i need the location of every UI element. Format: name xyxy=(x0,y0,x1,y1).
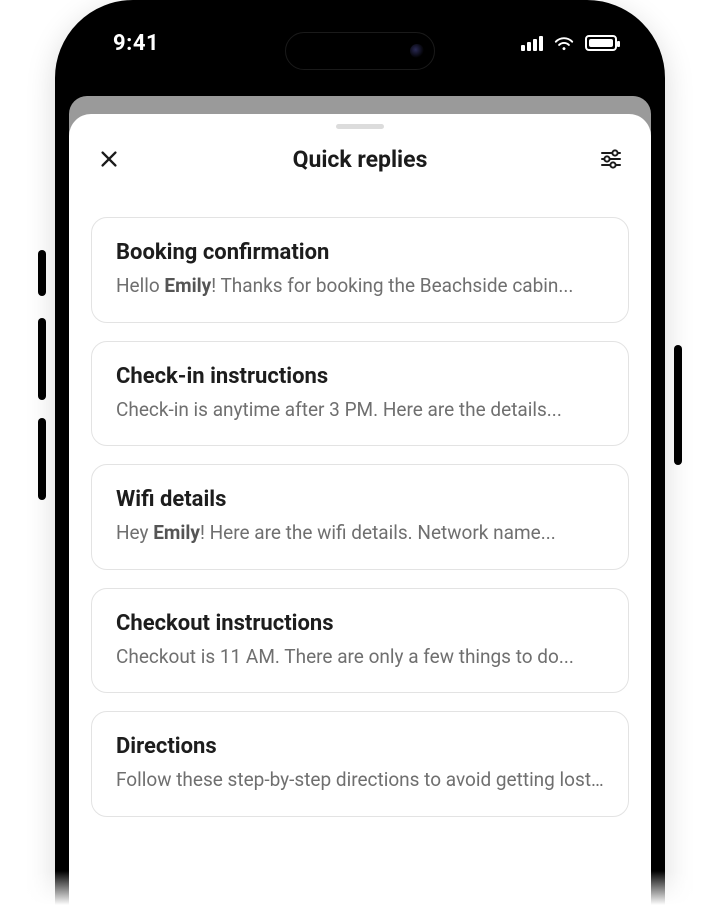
card-preview: Checkout is 11 AM. There are only a few … xyxy=(116,644,604,671)
settings-button[interactable] xyxy=(593,141,629,177)
sheet-header: Quick replies xyxy=(91,129,629,189)
sheet-title: Quick replies xyxy=(293,146,428,173)
close-icon xyxy=(98,148,120,170)
quick-replies-sheet: Quick replies Booki xyxy=(69,114,651,911)
card-preview: Check-in is anytime after 3 PM. Here are… xyxy=(116,397,604,424)
status-bar: 9:41 xyxy=(69,14,651,72)
phone-side-button xyxy=(38,418,46,500)
quick-reply-card[interactable]: Check-in instructions Check-in is anytim… xyxy=(91,341,629,447)
quick-reply-card[interactable]: Directions Follow these step-by-step dir… xyxy=(91,711,629,817)
close-button[interactable] xyxy=(91,141,127,177)
card-title: Wifi details xyxy=(116,487,604,512)
phone-side-button xyxy=(38,318,46,400)
card-title: Check-in instructions xyxy=(116,364,604,389)
status-icons xyxy=(521,35,617,51)
cellular-icon xyxy=(521,35,543,51)
quick-reply-card[interactable]: Wifi details Hey Emily! Here are the wif… xyxy=(91,464,629,570)
card-preview: Hello Emily! Thanks for booking the Beac… xyxy=(116,273,604,300)
phone-screen: 9:41 xyxy=(69,14,651,911)
phone-side-button xyxy=(38,250,46,296)
quick-reply-list: Booking confirmation Hello Emily! Thanks… xyxy=(91,189,629,817)
phone-frame: 9:41 xyxy=(55,0,665,911)
camera-icon xyxy=(410,44,424,58)
card-preview: Hey Emily! Here are the wifi details. Ne… xyxy=(116,520,604,547)
card-title: Directions xyxy=(116,734,604,759)
battery-icon xyxy=(585,35,617,51)
card-preview: Follow these step-by-step directions to … xyxy=(116,767,604,794)
wifi-icon xyxy=(553,35,575,51)
quick-reply-card[interactable]: Checkout instructions Checkout is 11 AM.… xyxy=(91,588,629,694)
card-title: Booking confirmation xyxy=(116,240,604,265)
status-time: 9:41 xyxy=(113,31,159,56)
sliders-icon xyxy=(599,147,623,171)
phone-side-button xyxy=(674,345,682,465)
stage: 9:41 xyxy=(0,0,720,911)
quick-reply-card[interactable]: Booking confirmation Hello Emily! Thanks… xyxy=(91,217,629,323)
dynamic-island xyxy=(285,32,435,70)
card-title: Checkout instructions xyxy=(116,611,604,636)
